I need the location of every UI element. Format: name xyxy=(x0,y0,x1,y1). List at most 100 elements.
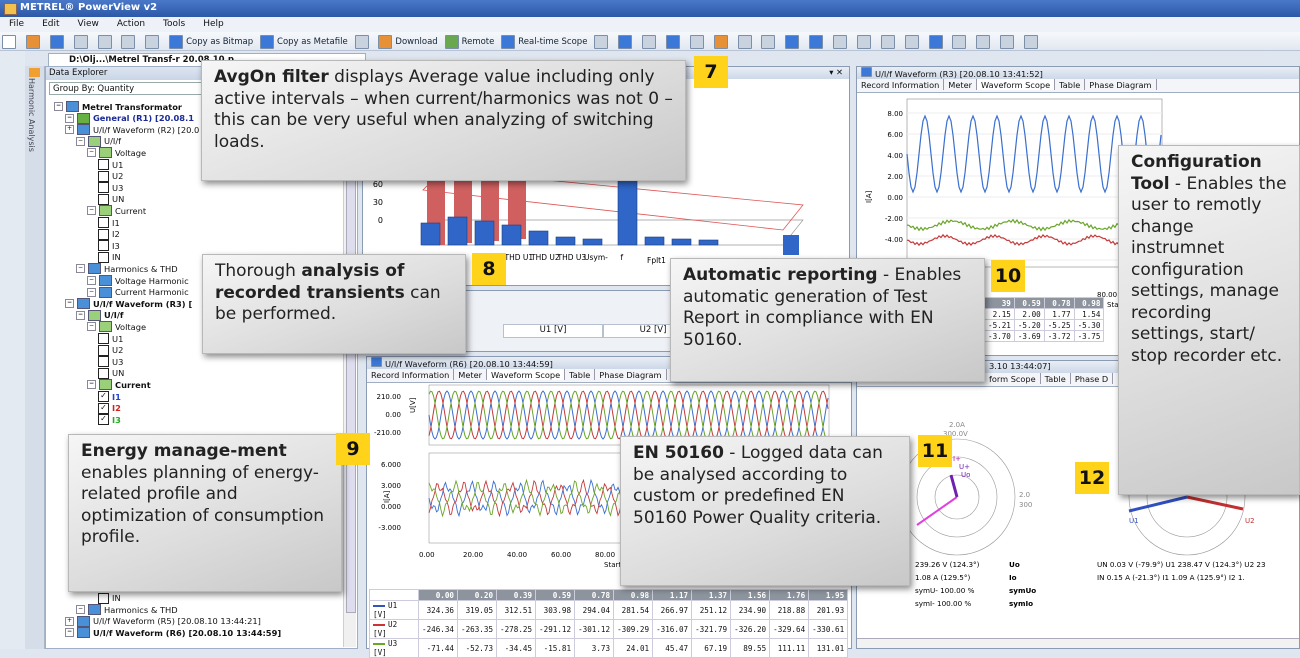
checkbox-icon[interactable]: ✓ xyxy=(98,402,109,414)
toolbar-icon-q[interactable] xyxy=(976,33,993,50)
pane-close-icon[interactable]: ✕ xyxy=(836,67,843,77)
new-icon[interactable] xyxy=(2,33,19,50)
checkbox-icon[interactable] xyxy=(98,251,109,263)
tab-table[interactable]: Table xyxy=(1041,373,1071,384)
tree-node[interactable]: UN xyxy=(98,367,124,379)
expand-toggle-icon[interactable]: − xyxy=(87,380,96,390)
tree-node[interactable]: − Metrel Transformator xyxy=(54,101,182,112)
expand-toggle-icon[interactable]: − xyxy=(87,148,96,158)
expand-toggle-icon[interactable]: + xyxy=(65,125,74,135)
pane-pin-icon[interactable]: ▾ xyxy=(829,67,833,77)
toolbar-icon-g[interactable] xyxy=(737,33,755,50)
tree-node[interactable]: − Voltage xyxy=(87,147,146,159)
expand-toggle-icon[interactable]: − xyxy=(87,206,96,216)
open-icon[interactable] xyxy=(25,33,43,50)
checkbox-icon[interactable] xyxy=(98,193,109,205)
download-button[interactable]: Download xyxy=(378,33,438,50)
checkbox-icon[interactable] xyxy=(98,367,109,379)
checkbox-icon[interactable] xyxy=(98,592,109,604)
tree-node[interactable]: UN xyxy=(98,193,124,205)
expand-toggle-icon[interactable]: − xyxy=(87,287,96,297)
tree-node[interactable]: − Harmonics & THD xyxy=(76,263,178,275)
checkbox-icon[interactable] xyxy=(98,159,109,170)
copy-bitmap-button[interactable]: Copy as Bitmap xyxy=(169,33,253,50)
checkbox-icon[interactable] xyxy=(98,182,109,194)
expand-toggle-icon[interactable]: − xyxy=(87,322,96,332)
tree-node[interactable]: − Voltage Harmonic xyxy=(87,275,189,286)
tab-record-information[interactable]: Record Information xyxy=(857,79,945,90)
tab-waveform-scope[interactable]: form Scope xyxy=(985,373,1041,384)
tree-node[interactable]: + U/I/f Waveform (R5) [20.08.10 13:44:21] xyxy=(65,615,261,627)
tree-node[interactable]: I1 xyxy=(98,217,120,228)
tree-node[interactable]: IN xyxy=(98,592,121,604)
checkbox-icon[interactable] xyxy=(98,344,109,356)
phase-hscrollbar[interactable] xyxy=(857,638,1299,648)
redo-icon[interactable] xyxy=(145,33,162,50)
tab-meter[interactable]: Meter xyxy=(454,369,488,380)
tab-waveform-scope[interactable]: Waveform Scope xyxy=(977,79,1056,90)
zoom-icon[interactable] xyxy=(1024,33,1041,50)
checkbox-icon[interactable]: ✓ xyxy=(98,414,109,426)
tab-phase-diagram[interactable]: Phase Diagram xyxy=(1085,79,1157,90)
remote-button[interactable]: Remote xyxy=(444,33,494,50)
toolbar-icon-f[interactable] xyxy=(713,33,731,50)
tree-node[interactable]: U1 xyxy=(98,333,123,344)
menu-view[interactable]: View xyxy=(69,17,108,29)
harmonic-analysis-strip[interactable]: Harmonic Analysis xyxy=(25,66,45,649)
tree-node[interactable]: − General (R1) [20.08.1 xyxy=(65,112,194,124)
checkbox-icon[interactable]: ✓ xyxy=(98,391,109,402)
expand-toggle-icon[interactable]: − xyxy=(76,605,85,615)
menu-help[interactable]: Help xyxy=(194,17,233,29)
checkbox-icon[interactable] xyxy=(98,240,109,252)
menu-action[interactable]: Action xyxy=(108,17,154,29)
expand-toggle-icon[interactable]: − xyxy=(76,264,85,274)
tree-node[interactable]: I2 xyxy=(98,228,120,240)
expand-toggle-icon[interactable]: − xyxy=(54,102,63,111)
checkbox-icon[interactable] xyxy=(98,217,109,228)
print-icon[interactable] xyxy=(73,33,91,50)
menu-file[interactable]: File xyxy=(0,17,33,29)
toolbar-icon-m[interactable] xyxy=(880,33,898,50)
toolbar-icon-l[interactable] xyxy=(856,33,874,50)
expand-toggle-icon[interactable]: − xyxy=(76,310,85,320)
checkbox-icon[interactable] xyxy=(98,333,109,344)
expand-toggle-icon[interactable]: − xyxy=(65,299,74,309)
tree-node[interactable]: − U/I/f xyxy=(76,135,121,147)
print-preview-icon[interactable] xyxy=(97,33,115,50)
toolbar-icon-o[interactable] xyxy=(928,33,946,50)
tab-meter[interactable]: Meter xyxy=(944,79,978,90)
toolbar-icon-a[interactable] xyxy=(594,33,611,50)
expand-toggle-icon[interactable]: + xyxy=(65,616,74,626)
tree-node[interactable]: − Current Harmonic xyxy=(87,286,189,298)
tree-node[interactable]: ✓ I1 xyxy=(98,391,121,402)
undo-icon[interactable] xyxy=(121,33,138,50)
tree-node[interactable]: U1 xyxy=(98,159,123,170)
save-icon[interactable] xyxy=(49,33,67,50)
tree-node[interactable]: − Harmonics & THD xyxy=(76,604,178,616)
tab-table[interactable]: Table xyxy=(1055,79,1086,90)
tree-node[interactable]: U2 xyxy=(98,344,123,356)
col-u1-header[interactable]: U1 [V] xyxy=(503,324,603,338)
checkbox-icon[interactable] xyxy=(98,356,109,368)
toolbar-icon-c[interactable] xyxy=(642,33,659,50)
tree-node[interactable]: U2 xyxy=(98,170,123,182)
menu-edit[interactable]: Edit xyxy=(33,17,68,29)
tree-node[interactable]: − U/I/f xyxy=(76,309,124,321)
tree-node[interactable]: IN xyxy=(98,251,121,263)
tree-node[interactable]: U3 xyxy=(98,356,123,368)
realtime-scope-button[interactable]: Real-time Scope xyxy=(501,33,587,50)
properties-icon[interactable] xyxy=(354,33,372,50)
scrollbar-thumb[interactable] xyxy=(346,111,356,613)
toolbar-icon-j[interactable] xyxy=(809,33,826,50)
tree-node[interactable]: I3 xyxy=(98,240,120,252)
tab-table[interactable]: Table xyxy=(565,369,596,380)
tree-node[interactable]: ✓ I3 xyxy=(98,414,121,426)
tree-node[interactable]: − Voltage xyxy=(87,321,146,333)
tree-node[interactable]: − U/I/f Waveform (R3) [ xyxy=(65,298,192,310)
toolbar-icon-p[interactable] xyxy=(952,33,969,50)
toolbar-icon-e[interactable] xyxy=(689,33,707,50)
toolbar-icon-d[interactable] xyxy=(665,33,683,50)
tab-waveform-scope[interactable]: Waveform Scope xyxy=(487,369,566,380)
expand-toggle-icon[interactable]: − xyxy=(87,276,96,285)
tree-node[interactable]: − U/I/f Waveform (R6) [20.08.10 13:44:59] xyxy=(65,627,281,639)
